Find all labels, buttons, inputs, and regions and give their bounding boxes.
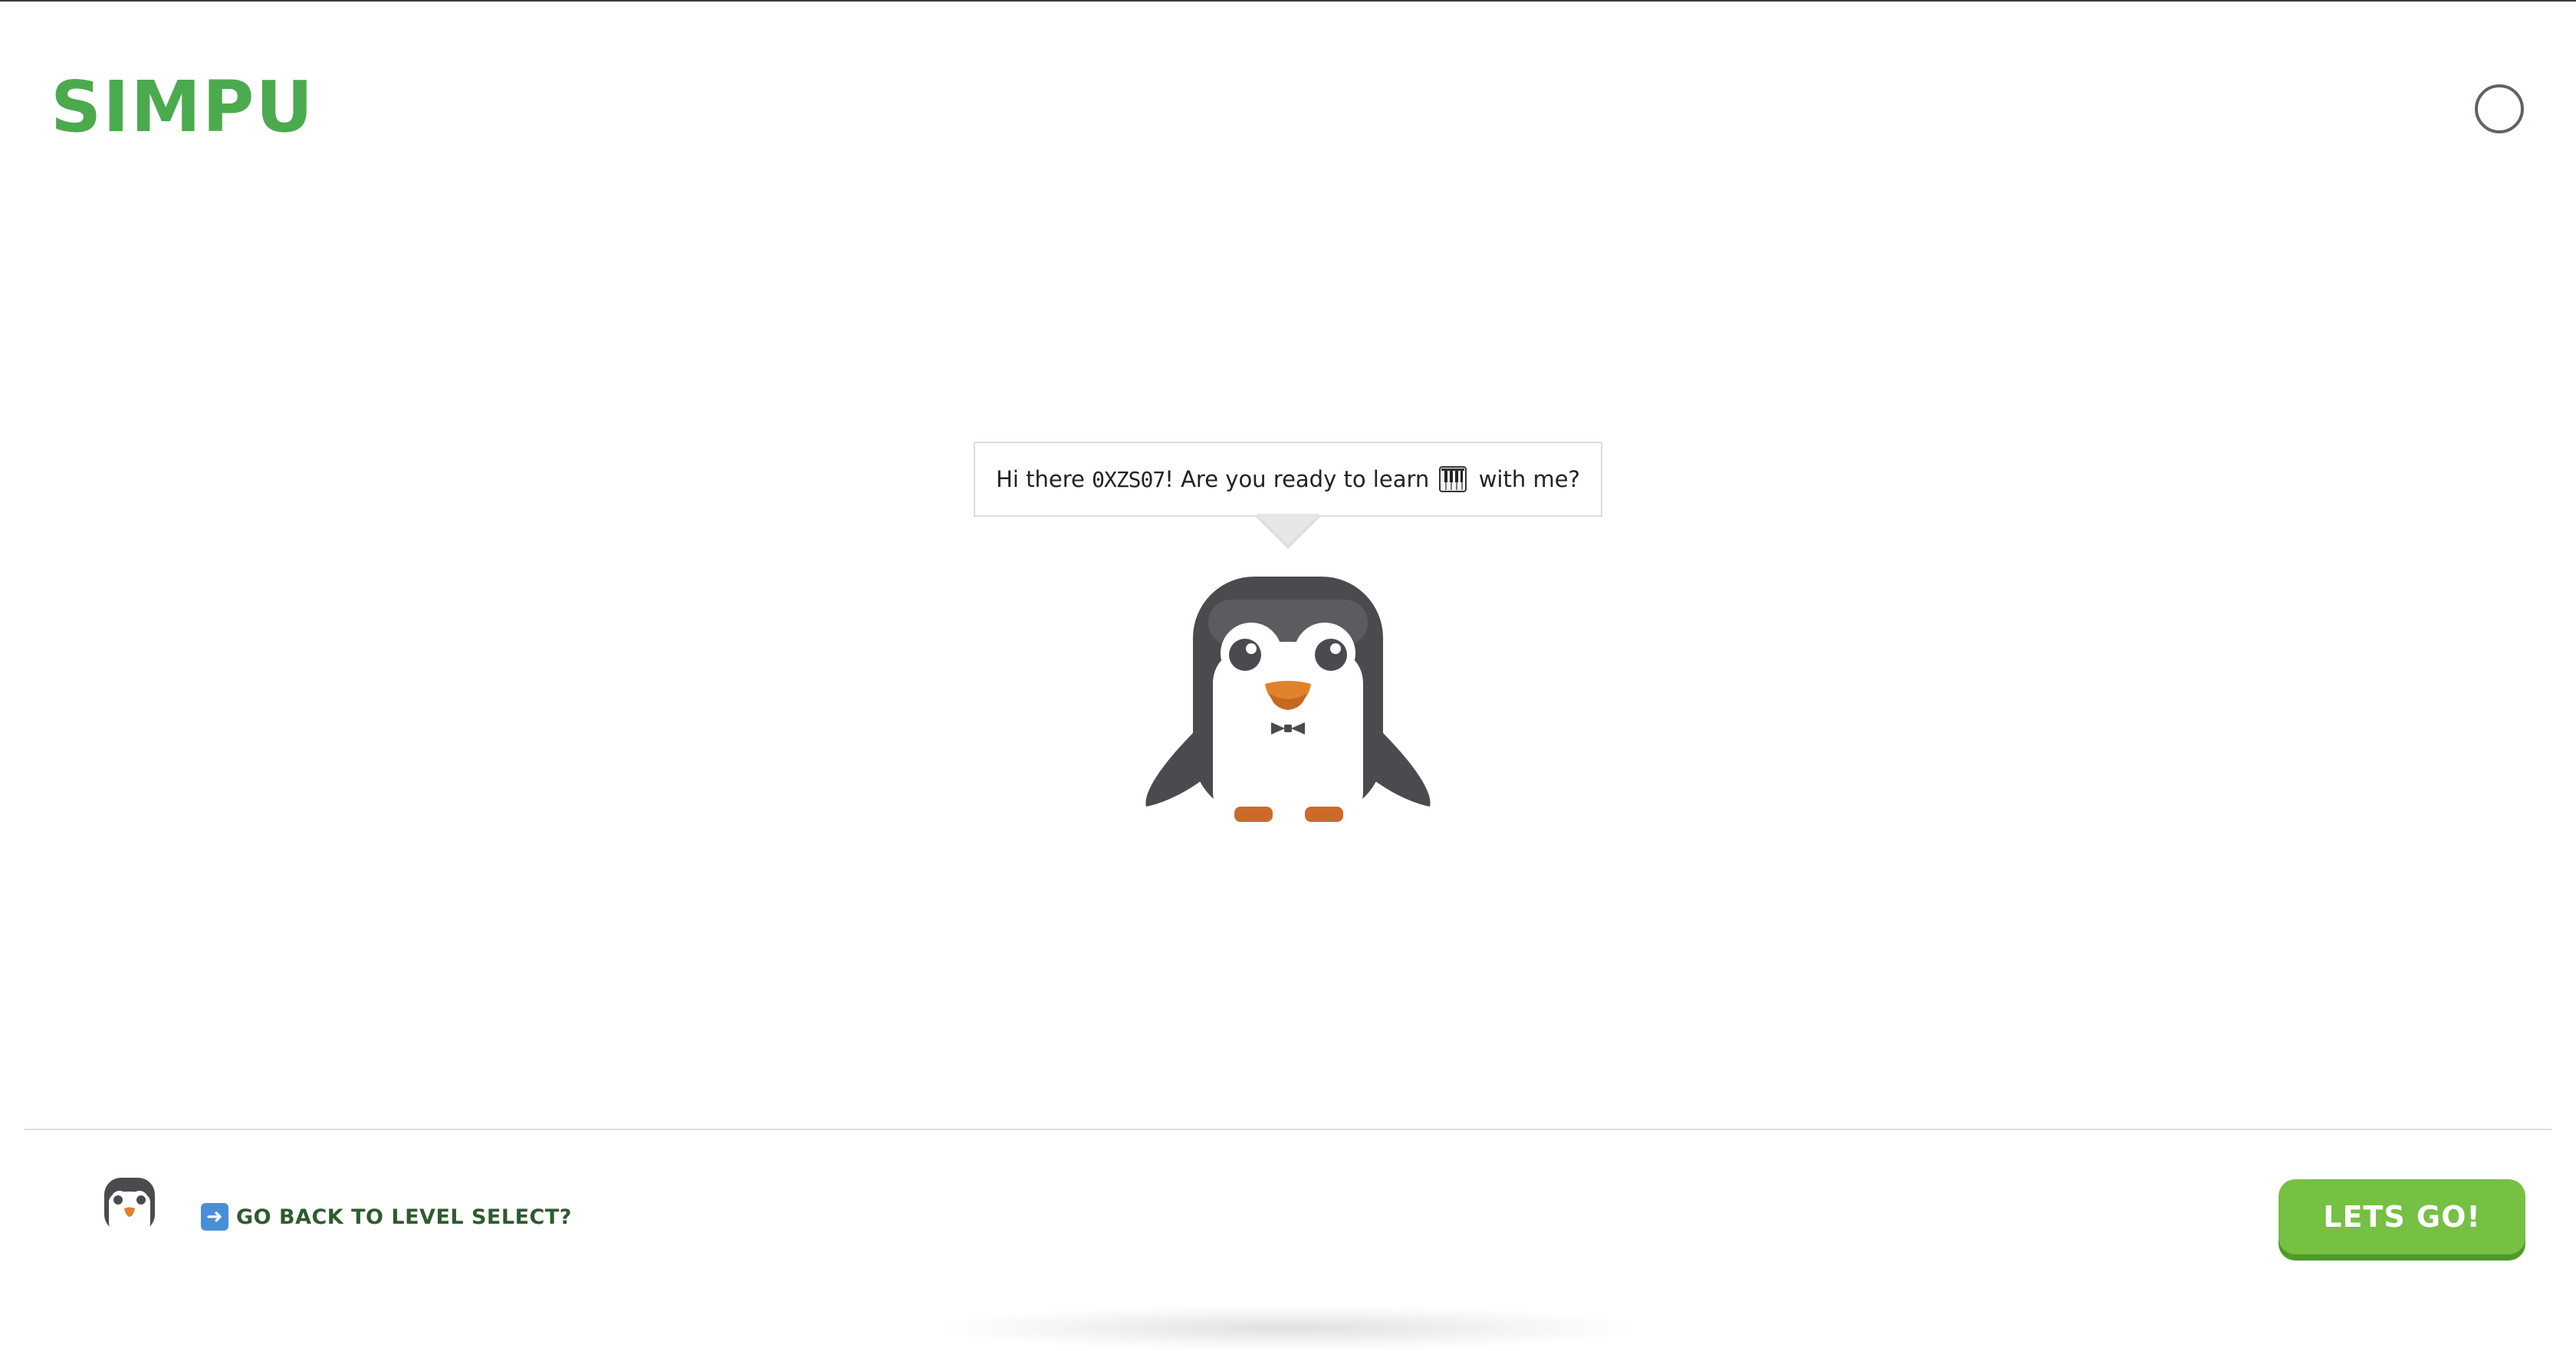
piano-keys-icon bbox=[1439, 466, 1467, 492]
lets-go-button[interactable]: LETS GO! bbox=[2279, 1179, 2525, 1254]
back-to-level-select-link[interactable]: ➜ GO BACK TO LEVEL SELECT? bbox=[201, 1203, 572, 1231]
footer-divider bbox=[25, 1129, 2551, 1130]
right-arrow-icon: ➜ bbox=[201, 1203, 228, 1231]
app-logo[interactable]: SIMPU bbox=[51, 72, 314, 143]
greeting-prefix: Hi there bbox=[996, 466, 1085, 492]
back-link-label: GO BACK TO LEVEL SELECT? bbox=[236, 1205, 572, 1229]
bottom-shadow bbox=[928, 1305, 1648, 1351]
greeting-middle: ! Are you ready to learn bbox=[1165, 466, 1430, 492]
penguin-mascot bbox=[1145, 577, 1431, 822]
greeting-suffix: with me? bbox=[1478, 466, 1580, 492]
penguin-avatar-icon bbox=[104, 1178, 155, 1231]
speech-bubble: Hi there 0XZS07! Are you ready to learn … bbox=[974, 442, 1602, 517]
profile-circle-icon[interactable] bbox=[2475, 84, 2524, 133]
app-frame: SIMPU Hi there 0XZS07! Are you ready to … bbox=[0, 0, 2576, 1351]
speech-bubble-tail-inner bbox=[1257, 514, 1319, 545]
username: 0XZS07 bbox=[1092, 466, 1165, 492]
